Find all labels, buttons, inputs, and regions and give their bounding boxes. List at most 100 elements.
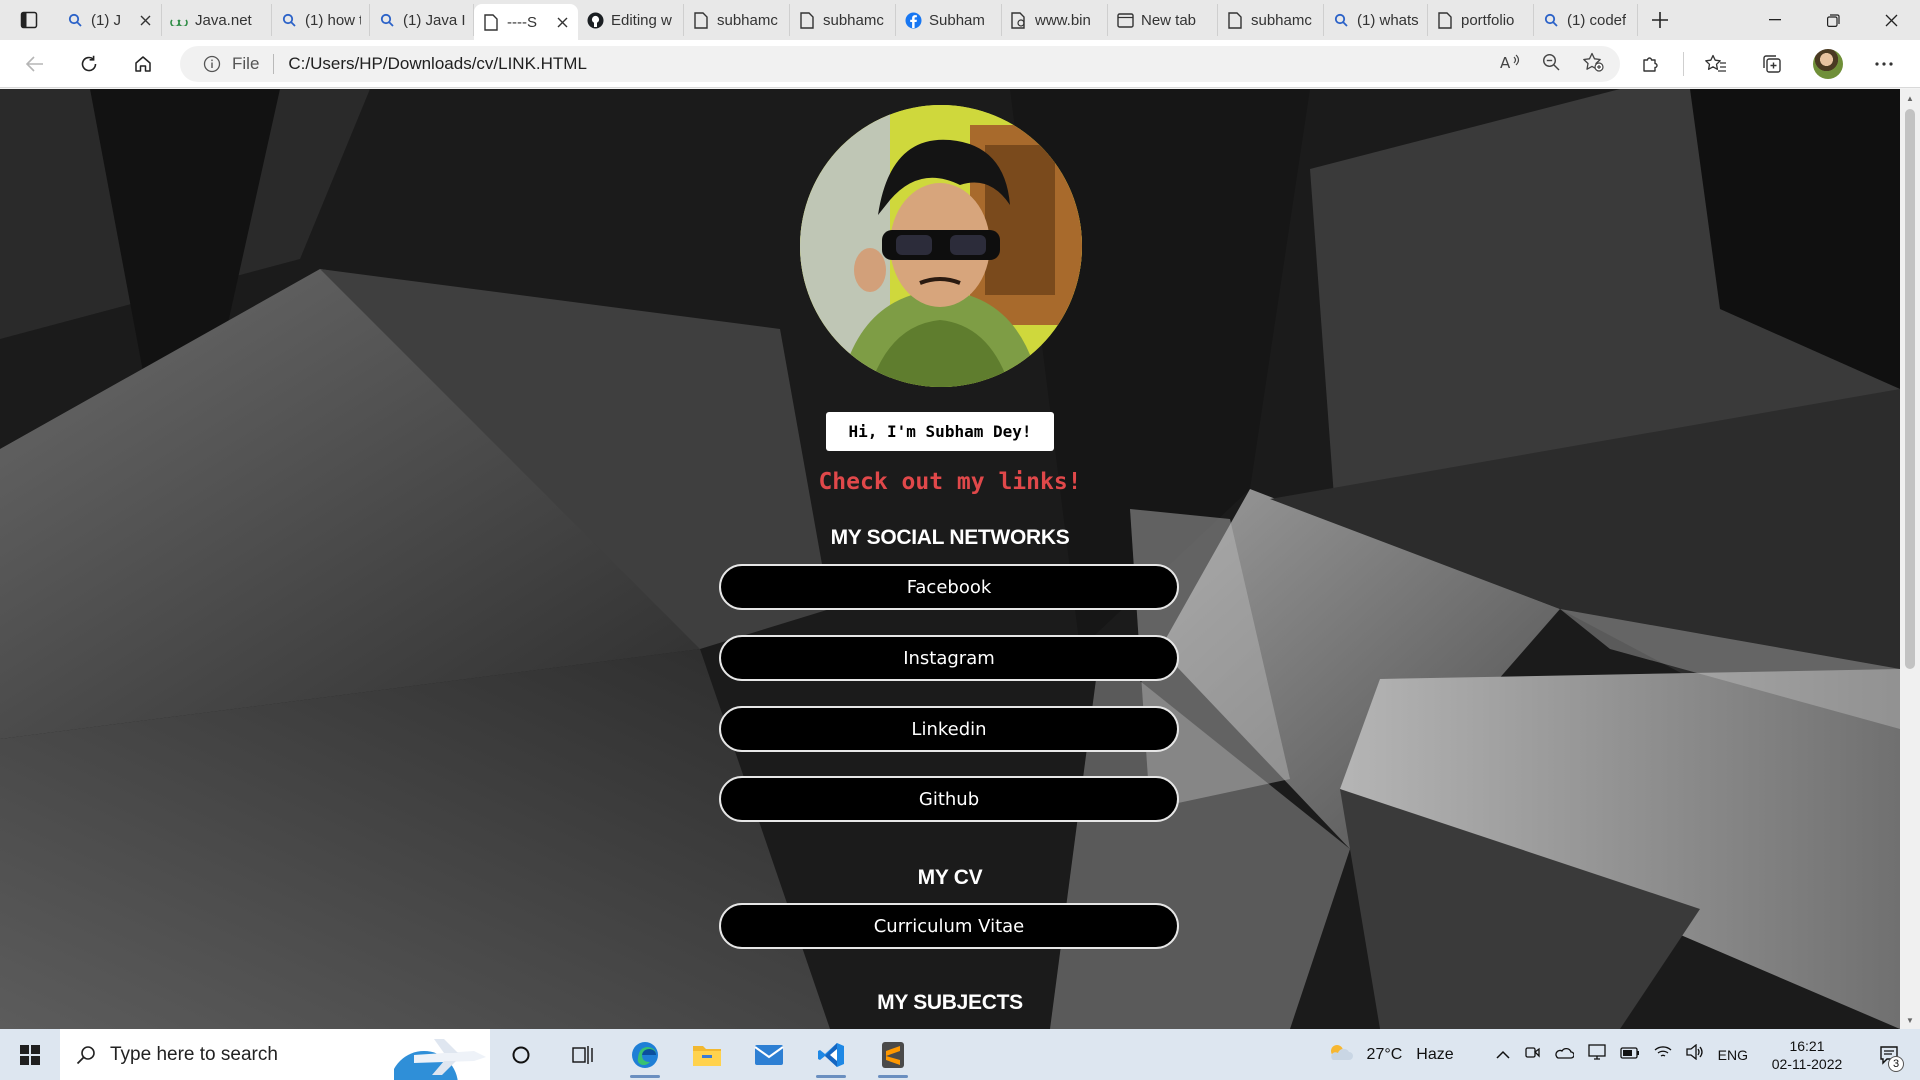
- add-favorite-icon[interactable]: [1582, 52, 1604, 77]
- tab-4[interactable]: (1) Java I: [370, 4, 474, 36]
- tab-title: (1) how t: [305, 11, 361, 29]
- tab-title: subhamc: [823, 11, 884, 29]
- volume-icon[interactable]: [1686, 1043, 1704, 1065]
- scroll-up-icon[interactable]: ▲: [1905, 93, 1915, 103]
- display-icon[interactable]: [1588, 1044, 1606, 1065]
- page-icon: [1436, 11, 1454, 29]
- tab-13[interactable]: (1) whats: [1324, 4, 1428, 36]
- refresh-button[interactable]: [62, 44, 116, 84]
- link-instagram[interactable]: Instagram: [719, 635, 1179, 681]
- meet-now-icon[interactable]: [1524, 1044, 1540, 1065]
- zoom-out-icon[interactable]: [1542, 53, 1560, 76]
- home-button[interactable]: [116, 44, 170, 84]
- clock[interactable]: 16:21 02-11-2022: [1762, 1037, 1852, 1073]
- tab-14[interactable]: portfolio: [1428, 4, 1534, 36]
- clock-time: 16:21: [1789, 1037, 1825, 1054]
- page-scrollbar[interactable]: ▲ ▼: [1900, 89, 1920, 1029]
- taskbar-mail[interactable]: [738, 1029, 800, 1080]
- home-icon: [135, 55, 151, 72]
- notification-center-button[interactable]: 3: [1866, 1029, 1912, 1080]
- restore-icon: [1826, 13, 1840, 27]
- tagline: Check out my links!: [818, 469, 1082, 495]
- scrollbar-thumb[interactable]: [1905, 109, 1915, 669]
- weather-condition[interactable]: Haze: [1416, 1046, 1453, 1064]
- scroll-down-icon[interactable]: ▼: [1905, 1015, 1915, 1025]
- wifi-icon[interactable]: [1654, 1045, 1672, 1064]
- tab-title: portfolio: [1461, 11, 1515, 29]
- cortana-icon: [512, 1046, 530, 1063]
- tab-9[interactable]: Subham: [896, 4, 1002, 36]
- search-icon: [280, 11, 298, 29]
- taskbar-file-explorer[interactable]: [676, 1029, 738, 1080]
- github-icon: [586, 11, 604, 29]
- profile-portrait: [800, 105, 1082, 387]
- tab-1[interactable]: (1) J: [58, 4, 162, 36]
- page-icon: [482, 13, 500, 31]
- start-button[interactable]: [0, 1029, 60, 1080]
- geeks-icon: [170, 11, 188, 29]
- tab-7[interactable]: subhamc: [684, 4, 790, 36]
- info-icon[interactable]: [202, 54, 222, 74]
- tab-8[interactable]: subhamc: [790, 4, 896, 36]
- address-bar[interactable]: File C:/Users/HP/Downloads/cv/LINK.HTML …: [180, 46, 1620, 82]
- close-icon[interactable]: [137, 12, 153, 28]
- favorites-button[interactable]: [1688, 44, 1744, 84]
- read-aloud-icon[interactable]: A: [1500, 53, 1520, 76]
- tab-3[interactable]: (1) how t: [272, 4, 370, 36]
- close-icon[interactable]: [554, 14, 570, 30]
- tab-15[interactable]: (1) codef: [1534, 4, 1638, 36]
- minimize-button[interactable]: [1746, 0, 1804, 40]
- tab-actions-button[interactable]: [0, 0, 58, 40]
- tab-2[interactable]: Java.net: [162, 4, 272, 36]
- more-icon: [1875, 62, 1893, 66]
- taskbar-vscode[interactable]: [800, 1029, 862, 1080]
- task-view-button[interactable]: [490, 1029, 552, 1080]
- weather-temp[interactable]: 27°C: [1367, 1046, 1403, 1064]
- profile-button[interactable]: [1800, 44, 1856, 84]
- onedrive-icon[interactable]: [1554, 1045, 1575, 1064]
- tab-title: New tab: [1141, 11, 1197, 29]
- clock-date: 02-11-2022: [1771, 1055, 1843, 1072]
- taskbar-search[interactable]: Type here to search: [60, 1029, 490, 1080]
- tab-title: (1) J: [91, 11, 121, 29]
- taskbar-edge[interactable]: [614, 1029, 676, 1080]
- language-indicator[interactable]: ENG: [1718, 1047, 1748, 1063]
- tab-12[interactable]: subhamc: [1218, 4, 1324, 36]
- refresh-icon: [81, 55, 97, 71]
- windows-logo-icon: [20, 1044, 40, 1065]
- mail-icon: [754, 1044, 784, 1065]
- extensions-button[interactable]: [1623, 44, 1679, 84]
- link-facebook[interactable]: Facebook: [719, 564, 1179, 610]
- taskbar-sublime[interactable]: [862, 1029, 924, 1080]
- tab-6[interactable]: Editing w: [578, 4, 684, 36]
- plus-icon: [1652, 12, 1668, 28]
- windows-taskbar: Type here to search 27°C Haze ENG 16:21 …: [0, 1029, 1920, 1080]
- battery-icon[interactable]: [1620, 1046, 1640, 1064]
- back-button[interactable]: [8, 44, 62, 84]
- restore-button[interactable]: [1804, 0, 1862, 40]
- back-arrow-icon: [26, 55, 43, 72]
- notification-badge: 3: [1888, 1056, 1904, 1072]
- link-curriculum-vitae[interactable]: Curriculum Vitae: [719, 903, 1179, 949]
- weather-icon[interactable]: [1327, 1042, 1353, 1067]
- link-github[interactable]: Github: [719, 776, 1179, 822]
- tab-11[interactable]: New tab: [1108, 4, 1218, 36]
- settings-menu-button[interactable]: [1856, 44, 1912, 84]
- airplane-illustration-icon: [394, 1039, 486, 1080]
- url-text[interactable]: C:/Users/HP/Downloads/cv/LINK.HTML: [288, 54, 587, 74]
- tab-title: (1) codef: [1567, 11, 1627, 29]
- collections-button[interactable]: [1744, 44, 1800, 84]
- tab-title: subhamc: [717, 11, 778, 29]
- search-icon: [76, 1045, 95, 1064]
- new-tab-button[interactable]: [1638, 0, 1682, 40]
- toolbar-right: [1623, 40, 1920, 88]
- tab-5-active[interactable]: ----S: [474, 4, 578, 40]
- chevron-up-icon[interactable]: [1496, 1046, 1510, 1064]
- newtab-icon: [1116, 11, 1134, 29]
- tab-title: (1) Java I: [403, 11, 465, 29]
- close-window-button[interactable]: [1862, 0, 1920, 40]
- tab-10[interactable]: www.bin: [1002, 4, 1108, 36]
- link-linkedin[interactable]: Linkedin: [719, 706, 1179, 752]
- widgets-button[interactable]: [552, 1029, 614, 1080]
- window-controls: [1746, 0, 1920, 40]
